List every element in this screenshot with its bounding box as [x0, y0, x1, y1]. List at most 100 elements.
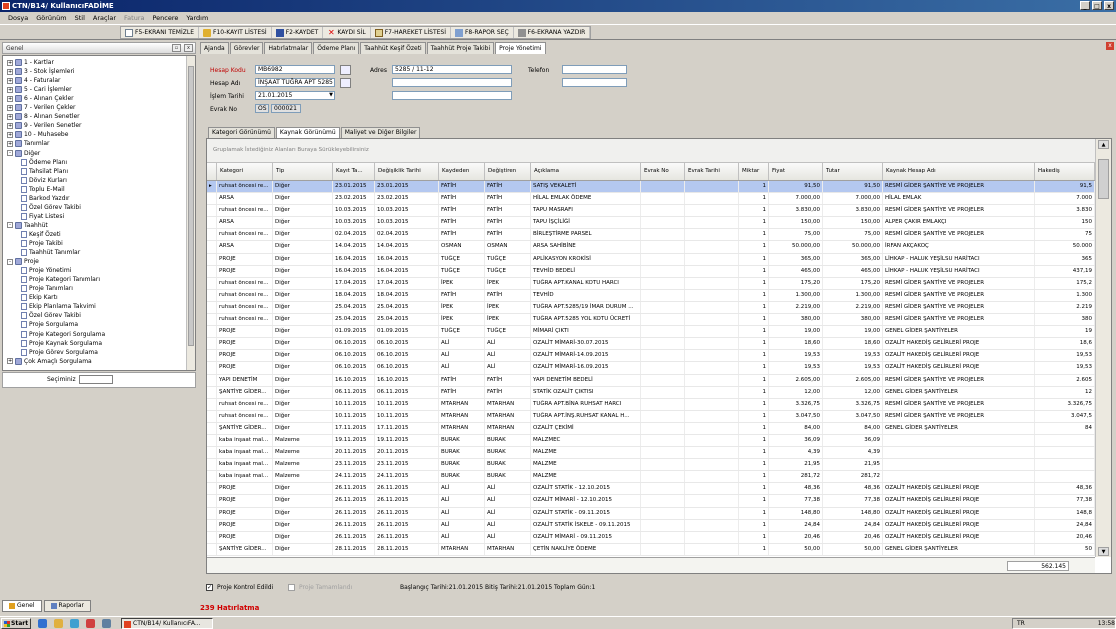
desktop-icon[interactable] [102, 619, 111, 628]
tab-o-deme-plan[interactable]: Ödeme Planı [313, 42, 360, 54]
tree-item-proje-takibi[interactable]: Proje Takibi [21, 239, 63, 248]
tree-item-taahhu-t[interactable]: - Taahhüt [7, 221, 48, 230]
close-icon[interactable]: x [184, 44, 193, 52]
proje-tamamlandi-checkbox[interactable] [288, 584, 295, 591]
table-row[interactable]: ARSA Diğer 23.02.2015 23.02.2015 FATİH FATİH H… [207, 193, 1095, 206]
toolbar-button-kaydi-si-l[interactable]: ✕ KAYDI SİL [323, 27, 371, 38]
tab-genel[interactable]: Genel [2, 600, 42, 612]
table-row[interactable]: PROJE Diğer 01.09.2015 01.09.2015 TUĞÇE TUĞÇE… [207, 326, 1095, 339]
column-header-hakedis[interactable]: Hakediş [1035, 163, 1095, 180]
tab-ajanda[interactable]: Ajanda [200, 42, 229, 54]
tree-item-tan-mlar[interactable]: + Tanımlar [7, 139, 49, 148]
app-quick-icon[interactable] [86, 619, 95, 628]
tree-item-o-deme-plan[interactable]: Ödeme Planı [21, 158, 67, 167]
maximize-button[interactable]: □ [1092, 1, 1102, 10]
table-row[interactable]: ŞANTİYE GİDER... Diğer 17.11.2015 17.11.201… [207, 422, 1095, 435]
table-row[interactable]: ▸ ruhsat öncesi re... Diğer 23.01.2015 23.01… [207, 181, 1095, 194]
table-row[interactable]: PROJE Diğer 06.10.2015 06.10.2015 ALİ ALİ OZAL… [207, 362, 1095, 375]
table-row[interactable]: PROJE Diğer 06.10.2015 06.10.2015 ALİ ALİ OZAL… [207, 338, 1095, 351]
tree-item-proje-go-rev-sorgulama[interactable]: Proje Görev Sorgulama [21, 348, 98, 357]
islem-tarihi-field[interactable]: 21.01.2015 ▼ [255, 91, 335, 100]
tab-raporlar[interactable]: Raporlar [43, 600, 91, 612]
tree-item-toplu-e-mail[interactable]: Toplu E-Mail [21, 185, 65, 194]
scroll-thumb[interactable] [1098, 159, 1109, 199]
table-row[interactable]: ruhsat öncesi re... Diğer 02.04.2015 02.04.… [207, 229, 1095, 242]
tree-item-4-faturalar[interactable]: +4 - Faturalar [7, 76, 60, 85]
table-row[interactable]: kaba inşaat mal... Malzeme 19.11.2015 19.11… [207, 434, 1095, 448]
toolbar-button-f8-rapor-sec[interactable]: F8-RAPOR SEÇ [451, 27, 514, 38]
tree-item-kes-if-o-zeti[interactable]: Keşif Özeti [21, 230, 61, 239]
scroll-up-icon[interactable]: ▲ [1098, 140, 1109, 149]
expand-icon[interactable]: + [7, 86, 13, 93]
tree-item-8-al-nan-senetler[interactable]: +8 - Alınan Senetler [7, 112, 80, 121]
menu-pencere[interactable]: Pencere [152, 12, 178, 24]
table-row[interactable]: PROJE Diğer 26.11.2015 26.11.2015 ALİ ALİ OZAL… [207, 507, 1095, 520]
column-header-kategori[interactable]: Kategori [217, 163, 273, 180]
table-row[interactable]: ARSA Diğer 14.04.2015 14.04.2015 OSMAN OSMAN A… [207, 241, 1095, 254]
tree-item-dig-er[interactable]: - Diğer [7, 149, 40, 158]
column-header-evrak-no[interactable]: Evrak No [641, 163, 685, 180]
tree-item-ekip-planlama-takvimi[interactable]: Ekip Planlama Takvimi [21, 302, 96, 311]
tree-item-o-zel-go-rev-takibi[interactable]: Özel Görev Takibi [21, 311, 81, 320]
table-row[interactable]: ruhsat öncesi re... Diğer 17.04.2015 17.04.… [207, 277, 1095, 290]
column-header-fiyat[interactable]: Fiyat [769, 163, 823, 180]
menu-yardim[interactable]: Yardım [186, 12, 208, 24]
expand-icon[interactable]: + [7, 113, 13, 120]
column-header-kaynak-hesap-ad[interactable]: Kaynak Hesap Adı [883, 163, 1035, 180]
table-row[interactable]: ruhsat öncesi re... Diğer 10.11.2015 10.11.… [207, 398, 1095, 411]
tab-taahhu-t-proje-takibi[interactable]: Taahhüt Proje Takibi [426, 42, 495, 54]
table-row[interactable]: kaba inşaat mal... Malzeme 20.11.2015 20.11… [207, 447, 1095, 460]
dropdown-arrow-icon[interactable]: ▼ [329, 92, 333, 99]
tree-item-proje-kategori-sorgulama[interactable]: Proje Kategori Sorgulama [21, 330, 105, 339]
hesap-kodu-field[interactable]: MB6982 [255, 65, 335, 74]
tree-item-5-cari-i-s-lemler[interactable]: +5 - Cari İşlemler [7, 85, 72, 94]
toolbar-button-f6-ekrana-yazdir[interactable]: F6-EKRANA YAZDIR [514, 27, 591, 38]
table-row[interactable]: YAPI DENETİM Diğer 16.10.2015 16.10.2015 FAT… [207, 374, 1095, 387]
close-button[interactable]: x [1104, 1, 1114, 10]
column-header-evrak-tarihi[interactable]: Evrak Tarihi [685, 163, 739, 180]
ie-icon[interactable] [38, 619, 47, 628]
telefon-field-1[interactable] [562, 65, 627, 74]
taskbar-window-item[interactable]: CTN/B14/ KullanıcıFA... [121, 618, 213, 629]
expand-icon[interactable]: + [7, 104, 13, 111]
table-row[interactable]: ruhsat öncesi re... Diğer 25.04.2015 25.04.… [207, 314, 1095, 327]
table-row[interactable]: PROJE Diğer 26.11.2015 26.11.2015 ALİ ALİ OZAL… [207, 519, 1095, 532]
group-by-area[interactable]: Gruplamak İstediğiniz Alanları Buraya Sü… [207, 139, 1095, 163]
tree-item-o-zel-go-rev-takibi[interactable]: Özel Görev Takibi [21, 203, 81, 212]
adres-field-3[interactable] [392, 91, 512, 100]
table-row[interactable]: kaba inşaat mal... Malzeme 24.11.2015 24.11… [207, 471, 1095, 484]
table-row[interactable]: PROJE Diğer 26.11.2015 26.11.2015 ALİ ALİ OZAL… [207, 495, 1095, 508]
tree-item-proje-yo-netimi[interactable]: Proje Yönetimi [21, 266, 71, 275]
tree-scrollbar[interactable] [186, 56, 195, 370]
grid-scrollbar[interactable]: ▲ ▼ [1095, 139, 1111, 557]
adres-field-2[interactable] [392, 78, 512, 87]
table-row[interactable]: ARSA Diğer 10.03.2015 10.03.2015 FATİH FATİH T… [207, 217, 1095, 230]
tree-item-proje-tan-mlar[interactable]: Proje Tanımları [21, 284, 73, 293]
table-row[interactable]: PROJE Diğer 06.10.2015 06.10.2015 ALİ ALİ OZAL… [207, 350, 1095, 363]
menu-araclar[interactable]: Araçlar [93, 12, 116, 24]
menu-stil[interactable]: Stil [75, 12, 85, 24]
expand-icon[interactable]: + [7, 77, 13, 84]
proje-kontrol-checkbox[interactable]: ✓ [206, 584, 213, 591]
tab-proje-yo-netimi[interactable]: Proje Yönetimi [495, 42, 546, 54]
tree-item-10-muhasebe[interactable]: +10 - Muhasebe [7, 130, 68, 139]
table-row[interactable]: ŞANTİYE GİDER... Diğer 06.11.2015 06.11.201… [207, 386, 1095, 399]
expand-icon[interactable]: + [7, 122, 13, 129]
tab-go-revler[interactable]: Görevler [229, 42, 264, 54]
language-indicator[interactable]: TR [1017, 619, 1025, 628]
hesap-adi-field[interactable]: İNŞAAT TUĞRA APT 5285 [255, 78, 335, 87]
table-row[interactable]: kaba inşaat mal... Malzeme 23.11.2015 23.11… [207, 459, 1095, 472]
pin-icon[interactable]: ▫ [172, 44, 181, 52]
tree-item-9-verilen-senetler[interactable]: +9 - Verilen Senetler [7, 121, 82, 130]
column-header-tip[interactable]: Tip [273, 163, 333, 180]
toolbar-button-f2-kaydet[interactable]: F2-KAYDET [272, 27, 324, 38]
tree-item-barkod-yazd-r[interactable]: Barkod Yazdır [21, 194, 70, 203]
tree-item-ekip-kart[interactable]: Ekip Kartı [21, 293, 58, 302]
table-row[interactable]: ŞANTİYE GİDER... Diğer 28.11.2015 28.11.201… [207, 543, 1095, 556]
tree-item-taahhu-t-tan-mlar[interactable]: Taahhüt Tanımlar [21, 248, 80, 257]
lookup-name-button[interactable] [340, 78, 351, 88]
tab-hat-rlatmalar[interactable]: Hatırlatmalar [264, 42, 313, 54]
table-row[interactable]: ruhsat öncesi re... Diğer 10.11.2015 10.11.… [207, 410, 1095, 423]
tree-item-c-ok-amac-l-sorgulama[interactable]: + Çok Amaçlı Sorgulama [7, 357, 92, 366]
column-header-deg-is-tiren[interactable]: Değiştiren [485, 163, 531, 180]
